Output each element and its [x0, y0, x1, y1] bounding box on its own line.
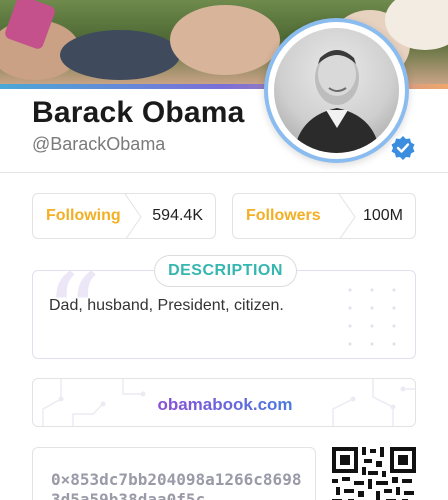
- profile-name: Barack Obama: [32, 96, 245, 129]
- wallet-address-card[interactable]: 0×853dc7bb204098a1266c86983d5a59b38daa0f…: [32, 447, 316, 500]
- chevron-right-icon: [124, 194, 142, 238]
- profile-handle[interactable]: @BarackObama: [32, 134, 165, 155]
- website-text: obamabook.com: [157, 395, 292, 414]
- followers-stat[interactable]: Followers 100M: [232, 193, 416, 239]
- qr-code-icon[interactable]: [332, 447, 416, 500]
- avatar: [274, 28, 399, 153]
- section-divider: [0, 172, 448, 173]
- following-stat[interactable]: Following 594.4K: [32, 193, 216, 239]
- wallet-address: 0×853dc7bb204098a1266c86983d5a59b38daa0f…: [51, 470, 302, 500]
- avatar-frame[interactable]: [264, 18, 409, 163]
- dot-pattern: [339, 281, 409, 357]
- following-value: 594.4K: [152, 207, 203, 224]
- website-card[interactable]: obamabook.com: [32, 378, 416, 427]
- description-label: DESCRIPTION: [154, 255, 297, 287]
- verified-check-icon: [390, 135, 416, 161]
- followers-label: Followers: [246, 207, 321, 224]
- followers-value: 100M: [362, 207, 403, 224]
- website-link[interactable]: obamabook.com: [150, 392, 300, 416]
- following-label: Following: [46, 207, 121, 224]
- description-text: Dad, husband, President, citizen.: [49, 297, 284, 314]
- chevron-right-icon: [338, 194, 356, 238]
